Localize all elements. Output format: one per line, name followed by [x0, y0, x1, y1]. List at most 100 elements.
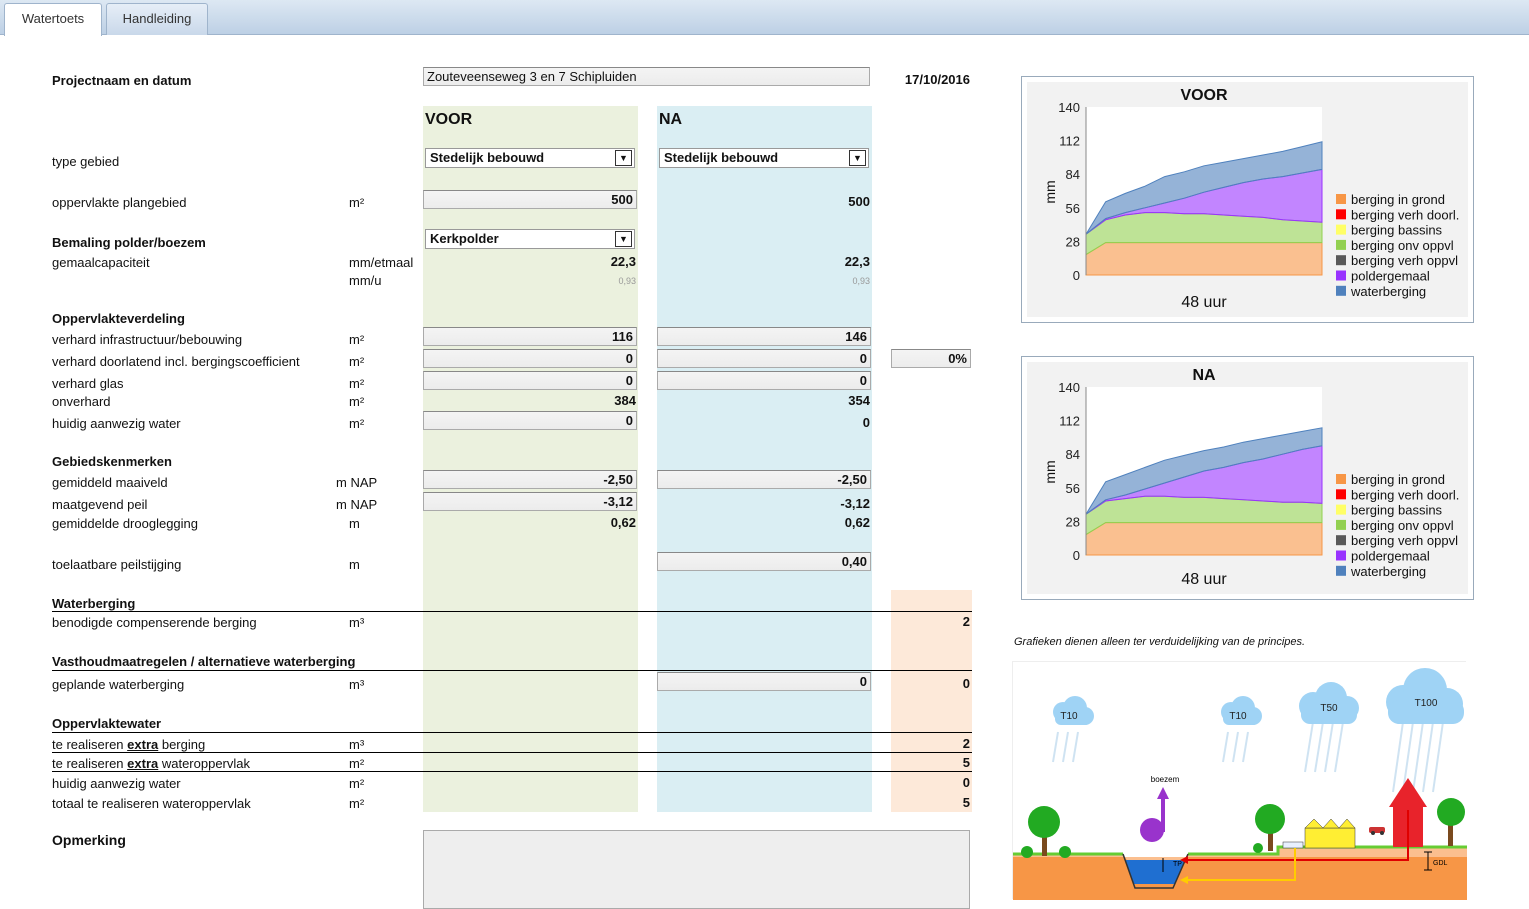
divider — [52, 670, 972, 671]
chevron-down-icon[interactable]: ▼ — [615, 231, 632, 247]
type-gebied-na-select[interactable]: Stedelijk bebouwd ▼ — [659, 148, 869, 168]
onverhard-unit: m² — [349, 394, 365, 409]
cloud-label: T50 — [1320, 703, 1338, 714]
huidig-water-voor-input[interactable]: 0 — [423, 411, 637, 430]
gemaal-unit-uur: mm/u — [349, 273, 382, 288]
voor-header: VOOR — [425, 111, 473, 128]
legend-label: waterberging — [1350, 284, 1426, 299]
gdl-label: GDL — [1433, 860, 1448, 867]
oppervlaktewater-row-label: totaal te realiseren wateroppervlak — [52, 796, 251, 811]
bemaling-label: Bemaling polder/boezem — [52, 235, 206, 250]
ground-deep — [1013, 857, 1467, 900]
verhard-glas-label: verhard glas — [52, 376, 124, 391]
type-gebied-voor-select[interactable]: Stedelijk bebouwd ▼ — [425, 148, 635, 168]
verhard-doorl-pct-input[interactable]: 0% — [891, 349, 971, 368]
verhard-glas-na-input[interactable]: 0 — [657, 371, 871, 390]
house-icon — [1304, 818, 1356, 849]
oppervlaktewater-row-value: 5 — [962, 755, 970, 770]
y-tick-label: 140 — [1058, 380, 1080, 395]
y-tick-label: 0 — [1073, 548, 1080, 563]
y-tick-label: 28 — [1066, 234, 1080, 249]
chart-na-svg: 1401128456280NA48 uurmm berging in grondb… — [1042, 367, 1459, 588]
maaiveld-na-input[interactable]: -2,50 — [657, 470, 871, 489]
divider — [52, 611, 972, 612]
oppervlaktewater-row-label: te realiseren extra berging — [52, 737, 206, 752]
voor-column-bg — [423, 106, 638, 812]
legend-swatch — [1336, 550, 1346, 561]
verhard-infra-label: verhard infrastructuur/bebouwing — [52, 332, 243, 347]
legend-swatch — [1336, 285, 1346, 296]
drooglegging-label: gemiddelde drooglegging — [52, 516, 199, 531]
verhard-doorl-na-input[interactable]: 0 — [657, 349, 871, 368]
geplande-waterberging-na-input[interactable]: 0 — [657, 672, 871, 691]
chart-voor-svg: 140 112 84 56 28 0 VOOR 48 uur mm berging in gron… — [1042, 87, 1459, 311]
chart-title: VOOR — [1180, 87, 1228, 104]
legend-swatch — [1336, 239, 1346, 250]
chart-voor: 140 112 84 56 28 0 VOOR 48 uur mm berging in gron… — [1021, 76, 1474, 323]
legend-swatch — [1336, 270, 1346, 281]
bemaling-select[interactable]: Kerkpolder ▼ — [425, 229, 635, 249]
project-name-input[interactable]: Zouteveenseweg 3 en 7 Schipluiden — [423, 67, 870, 86]
chart-na-area: 140 112 84 56 28 0 NA 48 uur mm berging in grond b… — [1027, 362, 1468, 594]
huidig-water-unit: m² — [349, 416, 365, 431]
y-tick-label: 84 — [1066, 447, 1080, 462]
legend-label: berging bassins — [1351, 223, 1443, 238]
peil-voor-input[interactable]: -3,12 — [423, 492, 637, 511]
y-axis-label: mm — [1042, 180, 1058, 203]
chart-na: 140 112 84 56 28 0 NA 48 uur mm berging in grond b… — [1021, 356, 1474, 600]
onverhard-na-value: 354 — [848, 393, 870, 408]
chevron-down-icon[interactable]: ▼ — [849, 150, 866, 166]
geplande-waterberging-label: geplande waterberging — [52, 677, 185, 692]
tab-handleiding[interactable]: Handleiding — [106, 3, 208, 35]
gemaal-na-uur-value: 0,93 — [852, 276, 870, 286]
legend-label: berging verh doorl. — [1351, 207, 1459, 222]
tab-watertoets[interactable]: Watertoets — [4, 3, 102, 36]
oppervlaktewater-row-label: te realiseren extra wateroppervlak — [52, 756, 251, 771]
y-tick-label: 140 — [1058, 100, 1080, 115]
illustration-svg: T10 T10 T50 T100 boezem TP GDL — [1013, 662, 1467, 900]
geplande-waterberging-value: 0 — [962, 676, 970, 691]
gemaal-unit-etmaal: mm/etmaal — [349, 255, 414, 270]
peil-label: maatgevend peil — [52, 497, 148, 512]
oppervlakte-unit: m² — [349, 195, 365, 210]
gemaal-na-value: 22,3 — [844, 254, 870, 269]
verhard-infra-voor-input[interactable]: 116 — [423, 327, 637, 346]
vasthoud-heading: Vasthoudmaatregelen / alternatieve water… — [52, 654, 356, 669]
legend-swatch — [1336, 474, 1346, 484]
bemaling-value: Kerkpolder — [430, 231, 499, 246]
legend-label: berging verh doorl. — [1351, 487, 1459, 502]
tp-label: TP — [1173, 861, 1182, 868]
cloud-label: T10 — [1229, 711, 1247, 722]
y-tick-label: 28 — [1066, 514, 1080, 529]
divider — [52, 752, 972, 753]
opmerking-label: Opmerking — [52, 832, 126, 848]
oppervlaktewater-row-unit: m² — [349, 756, 365, 771]
verhard-infra-na-input[interactable]: 146 — [657, 327, 871, 346]
peilstijging-na-input[interactable]: 0,40 — [657, 552, 871, 571]
legend-label: poldergemaal — [1351, 549, 1430, 564]
opmerking-textarea[interactable] — [423, 830, 970, 909]
verhard-doorl-voor-input[interactable]: 0 — [423, 349, 637, 368]
x-axis-label: 48 uur — [1181, 294, 1227, 311]
verhard-glas-voor-input[interactable]: 0 — [423, 371, 637, 390]
chevron-down-icon[interactable]: ▼ — [615, 150, 632, 166]
y-tick-label: 0 — [1073, 268, 1080, 283]
gebiedskenmerken-heading: Gebiedskenmerken — [52, 454, 172, 469]
verhard-doorl-unit: m² — [349, 354, 365, 369]
huidig-water-na-value: 0 — [862, 415, 870, 430]
maaiveld-label: gemiddeld maaiveld — [52, 475, 168, 490]
onverhard-label: onverhard — [52, 394, 111, 409]
y-tick-label: 56 — [1066, 481, 1080, 496]
legend-swatch — [1336, 535, 1346, 546]
legend-label: poldergemaal — [1351, 269, 1430, 284]
oppervlakte-voor-input[interactable]: 500 — [423, 190, 637, 209]
oppervlaktewater-row-unit: m³ — [349, 737, 365, 752]
drooglegging-unit: m — [349, 516, 360, 531]
chart-area-series — [1085, 522, 1323, 556]
legend-label: waterberging — [1350, 564, 1426, 579]
cloud-label: T10 — [1060, 711, 1078, 722]
maaiveld-voor-input[interactable]: -2,50 — [423, 470, 637, 489]
project-date: 17/10/2016 — [904, 72, 970, 87]
legend-swatch — [1336, 504, 1346, 515]
chart-voor-area: 140 112 84 56 28 0 VOOR 48 uur mm berging in gron… — [1027, 82, 1468, 317]
